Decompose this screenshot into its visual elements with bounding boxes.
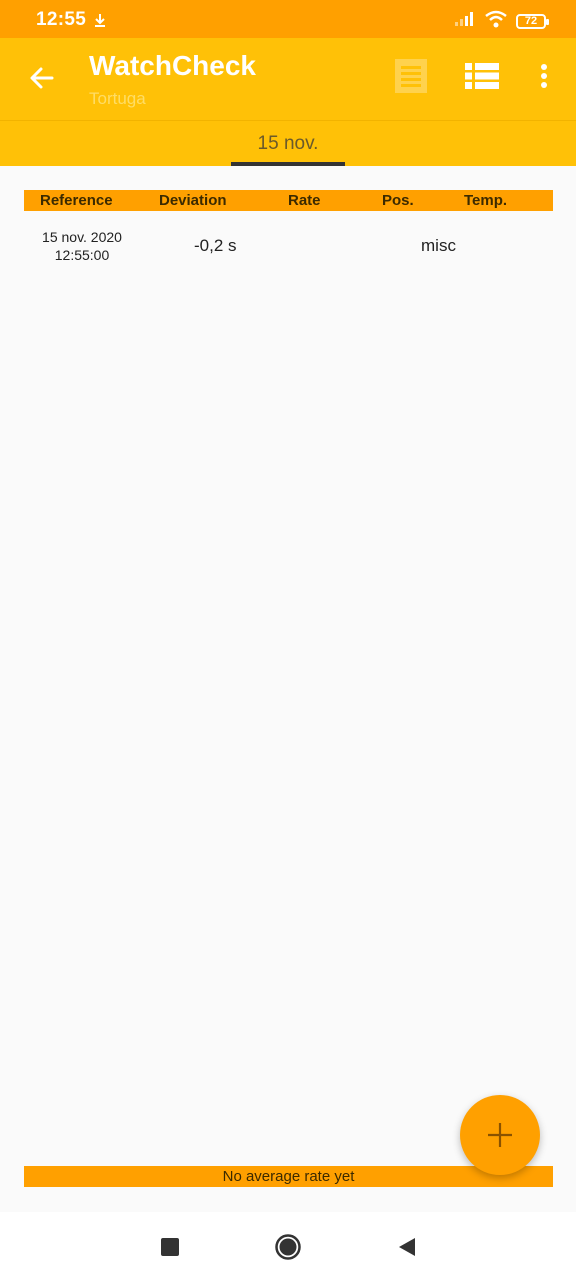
home-icon[interactable] <box>273 1232 303 1262</box>
tab-label: 15 nov. <box>257 133 319 154</box>
reference-date: 15 nov. 2020 <box>42 229 122 245</box>
list-view-icon[interactable] <box>391 56 431 96</box>
recents-icon[interactable] <box>155 1232 185 1262</box>
add-button[interactable] <box>460 1095 540 1175</box>
column-header-deviation: Deviation <box>159 192 227 209</box>
add-icon <box>488 1123 512 1147</box>
column-header-pos: Pos. <box>382 192 414 209</box>
system-nav-bar <box>0 1212 576 1280</box>
tab-bar: 15 nov. <box>0 120 576 166</box>
position-cell: misc <box>421 236 456 255</box>
detailed-list-icon[interactable] <box>462 56 502 96</box>
deviation-cell: -0,2 s <box>194 236 237 255</box>
column-header-reference: Reference <box>40 192 113 209</box>
back-arrow-icon[interactable] <box>24 60 60 96</box>
tab-date[interactable]: 15 nov. <box>231 121 345 166</box>
app-bar: WatchCheck Tortuga <box>0 38 576 120</box>
tab-indicator <box>231 162 345 166</box>
reference-time: 12:55:00 <box>54 247 110 263</box>
download-icon <box>92 12 108 33</box>
more-vert-icon[interactable] <box>530 56 558 96</box>
table-header: Reference Deviation Rate Pos. Temp. <box>24 190 553 211</box>
battery-icon: 72 <box>516 14 549 29</box>
wifi-icon <box>484 10 508 33</box>
back-icon[interactable] <box>392 1232 422 1262</box>
average-rate-footer: No average rate yet <box>24 1166 553 1187</box>
reference-cell: 15 nov. 2020 12:55:00 <box>24 228 140 264</box>
table-row[interactable]: 15 nov. 2020 12:55:00 -0,2 s misc <box>24 226 553 270</box>
app-title: WatchCheck <box>89 50 257 81</box>
column-header-temp: Temp. <box>464 192 508 209</box>
signal-icon <box>454 11 476 32</box>
status-time: 12:55 <box>36 9 87 30</box>
status-bar: 12:55 72 <box>0 0 576 38</box>
app-subtitle: Tortuga <box>89 89 146 108</box>
column-header-rate: Rate <box>288 192 321 209</box>
